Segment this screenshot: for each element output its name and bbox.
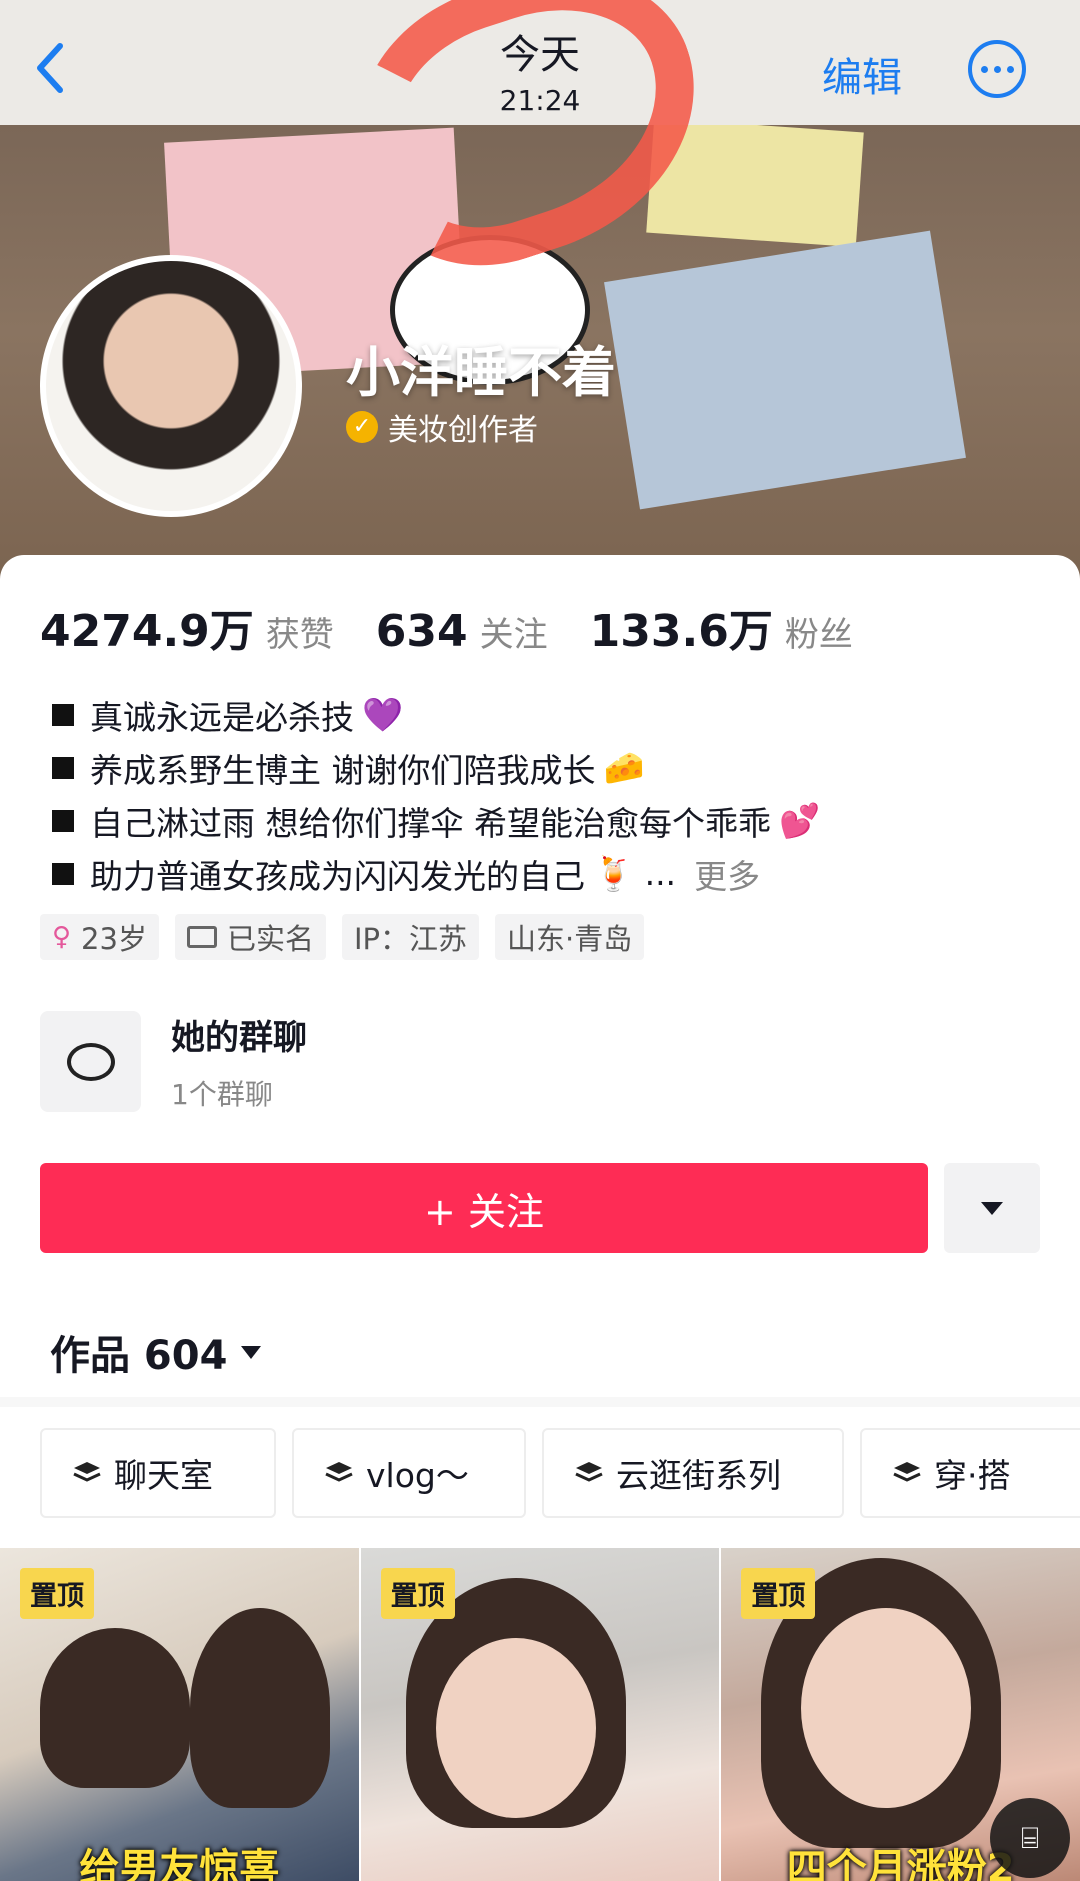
creator-badge[interactable]: ✓ 美妆创作者	[346, 405, 538, 449]
tag-age-text: 23岁	[81, 922, 147, 956]
collection-label: 穿·搭	[934, 1456, 1011, 1495]
follow-button[interactable]: + 关注	[40, 1163, 928, 1253]
profile-name: 小洋睡不着	[346, 341, 616, 404]
bullet-square	[52, 703, 74, 726]
video-caption: 给男友惊喜	[79, 1846, 280, 1881]
stat-followers-value[interactable]: 133.6万	[590, 595, 773, 659]
stat-following-label[interactable]: 关注	[480, 607, 548, 656]
thumbnail-face	[801, 1608, 972, 1808]
group-chat-entry[interactable]: 她的群聊 1个群聊	[40, 1010, 307, 1113]
bio: 真诚永远是必杀技 💜 养成系野生博主 谢谢你们陪我成长 🧀 自己淋过雨 想给你们…	[52, 688, 820, 900]
bullet-square	[52, 862, 74, 885]
collection-icon	[325, 1462, 353, 1482]
tag-verified-text: 已实名	[226, 922, 314, 956]
bio-line-text: 自己淋过雨 想给你们撑伞 希望能治愈每个乖乖	[90, 803, 771, 843]
bio-emoji: 🧀	[603, 747, 645, 787]
tag-location: 山东·青岛	[495, 914, 645, 960]
collection-label: vlog～	[366, 1456, 469, 1495]
stat-followers-label[interactable]: 粉丝	[785, 607, 853, 656]
tag-verified: 已实名	[174, 914, 326, 960]
pinned-badge: 置顶	[20, 1568, 94, 1619]
bio-emoji: 🍹 ...	[593, 853, 677, 893]
pinned-badge: 置顶	[380, 1568, 455, 1619]
section-divider	[0, 1397, 1080, 1407]
bio-emoji: 💕	[778, 800, 821, 840]
group-chat-count: 1个群聊	[171, 1078, 273, 1111]
thumbnail-figure	[190, 1608, 330, 1808]
pinned-badge: 置顶	[741, 1568, 816, 1619]
bio-emoji: 💜	[362, 694, 404, 734]
stat-likes-label: 获赞	[265, 615, 334, 655]
tag-age: ♀ 23岁	[40, 914, 159, 960]
video-thumbnail[interactable]: 置顶 给男友惊喜	[0, 1548, 359, 1881]
collection-chip[interactable]: 穿·搭	[860, 1428, 1080, 1518]
group-chat-text: 她的群聊 1个群聊	[171, 1010, 307, 1113]
profile-tags: ♀ 23岁 已实名 IP：江苏 山东·青岛	[40, 914, 645, 960]
collection-label: 聊天室	[114, 1456, 213, 1495]
profile-card: 4274.9万 获赞 634 关注 133.6万 粉丝 真诚永远是必杀技 💜 养…	[0, 555, 1080, 1881]
bio-line: 真诚永远是必杀技 💜	[52, 688, 820, 741]
chevron-down-icon	[241, 1345, 262, 1359]
collection-icon	[575, 1462, 603, 1482]
stats-row: 4274.9万 获赞 634 关注 133.6万 粉丝	[40, 595, 895, 659]
tag-ip: IP：江苏	[341, 914, 480, 960]
more-icon[interactable]	[968, 40, 1026, 98]
collection-label: 云逛街系列	[616, 1456, 781, 1495]
bio-line-text: 助力普通女孩成为闪闪发光的自己	[90, 856, 585, 896]
bio-more-link[interactable]: 更多	[694, 850, 760, 898]
works-label: 作品 604	[50, 1333, 228, 1379]
works-tab[interactable]: 作品 604	[50, 1323, 262, 1381]
video-thumbnail[interactable]: 置顶 四个月涨粉2 ⌸	[721, 1548, 1080, 1881]
collection-chip[interactable]: 聊天室	[40, 1428, 276, 1518]
group-chat-icon	[40, 1011, 141, 1112]
collections-row: 聊天室 vlog～ 云逛街系列 穿·搭	[40, 1428, 1080, 1518]
id-card-icon	[186, 926, 217, 948]
collection-chip[interactable]: 云逛街系列	[542, 1428, 844, 1518]
female-icon: ♀	[52, 922, 72, 952]
video-grid: 置顶 给男友惊喜 置顶 置顶 四个月涨粉2 ⌸	[0, 1548, 1080, 1881]
group-chat-title: 她的群聊	[171, 1018, 307, 1058]
tag-ip-text: IP：江苏	[353, 922, 468, 956]
verified-icon: ✓	[346, 411, 378, 443]
tag-location-text: 山东·青岛	[507, 922, 633, 956]
video-thumbnail[interactable]: 置顶	[360, 1548, 720, 1881]
thumbnail-face	[435, 1638, 596, 1818]
edit-button[interactable]: 编辑	[822, 45, 902, 103]
scan-text-icon[interactable]: ⌸	[990, 1798, 1071, 1878]
dropdown-icon	[981, 1201, 1003, 1215]
more-options-button[interactable]	[944, 1163, 1040, 1253]
bio-line-text: 真诚永远是必杀技	[90, 697, 354, 737]
creator-badge-label: 美妆创作者	[388, 413, 538, 448]
bullet-square	[52, 809, 74, 832]
stat-likes-value: 4274.9万	[40, 606, 254, 657]
avatar[interactable]	[40, 255, 302, 517]
thumbnail-figure	[40, 1628, 190, 1788]
collection-chip[interactable]: vlog～	[292, 1428, 526, 1518]
stat-following-value[interactable]: 634	[376, 606, 468, 657]
banner-sticky-note-blue	[604, 230, 966, 510]
bio-line-text: 养成系野生博主 谢谢你们陪我成长	[90, 750, 596, 790]
collection-icon	[73, 1462, 101, 1482]
bio-line: 养成系野生博主 谢谢你们陪我成长 🧀	[52, 741, 820, 794]
collection-icon	[893, 1462, 921, 1482]
bio-line: 自己淋过雨 想给你们撑伞 希望能治愈每个乖乖 💕	[52, 794, 820, 847]
bio-line: 助力普通女孩成为闪闪发光的自己 🍹 ... 更多	[52, 847, 820, 900]
bullet-square	[52, 756, 74, 779]
